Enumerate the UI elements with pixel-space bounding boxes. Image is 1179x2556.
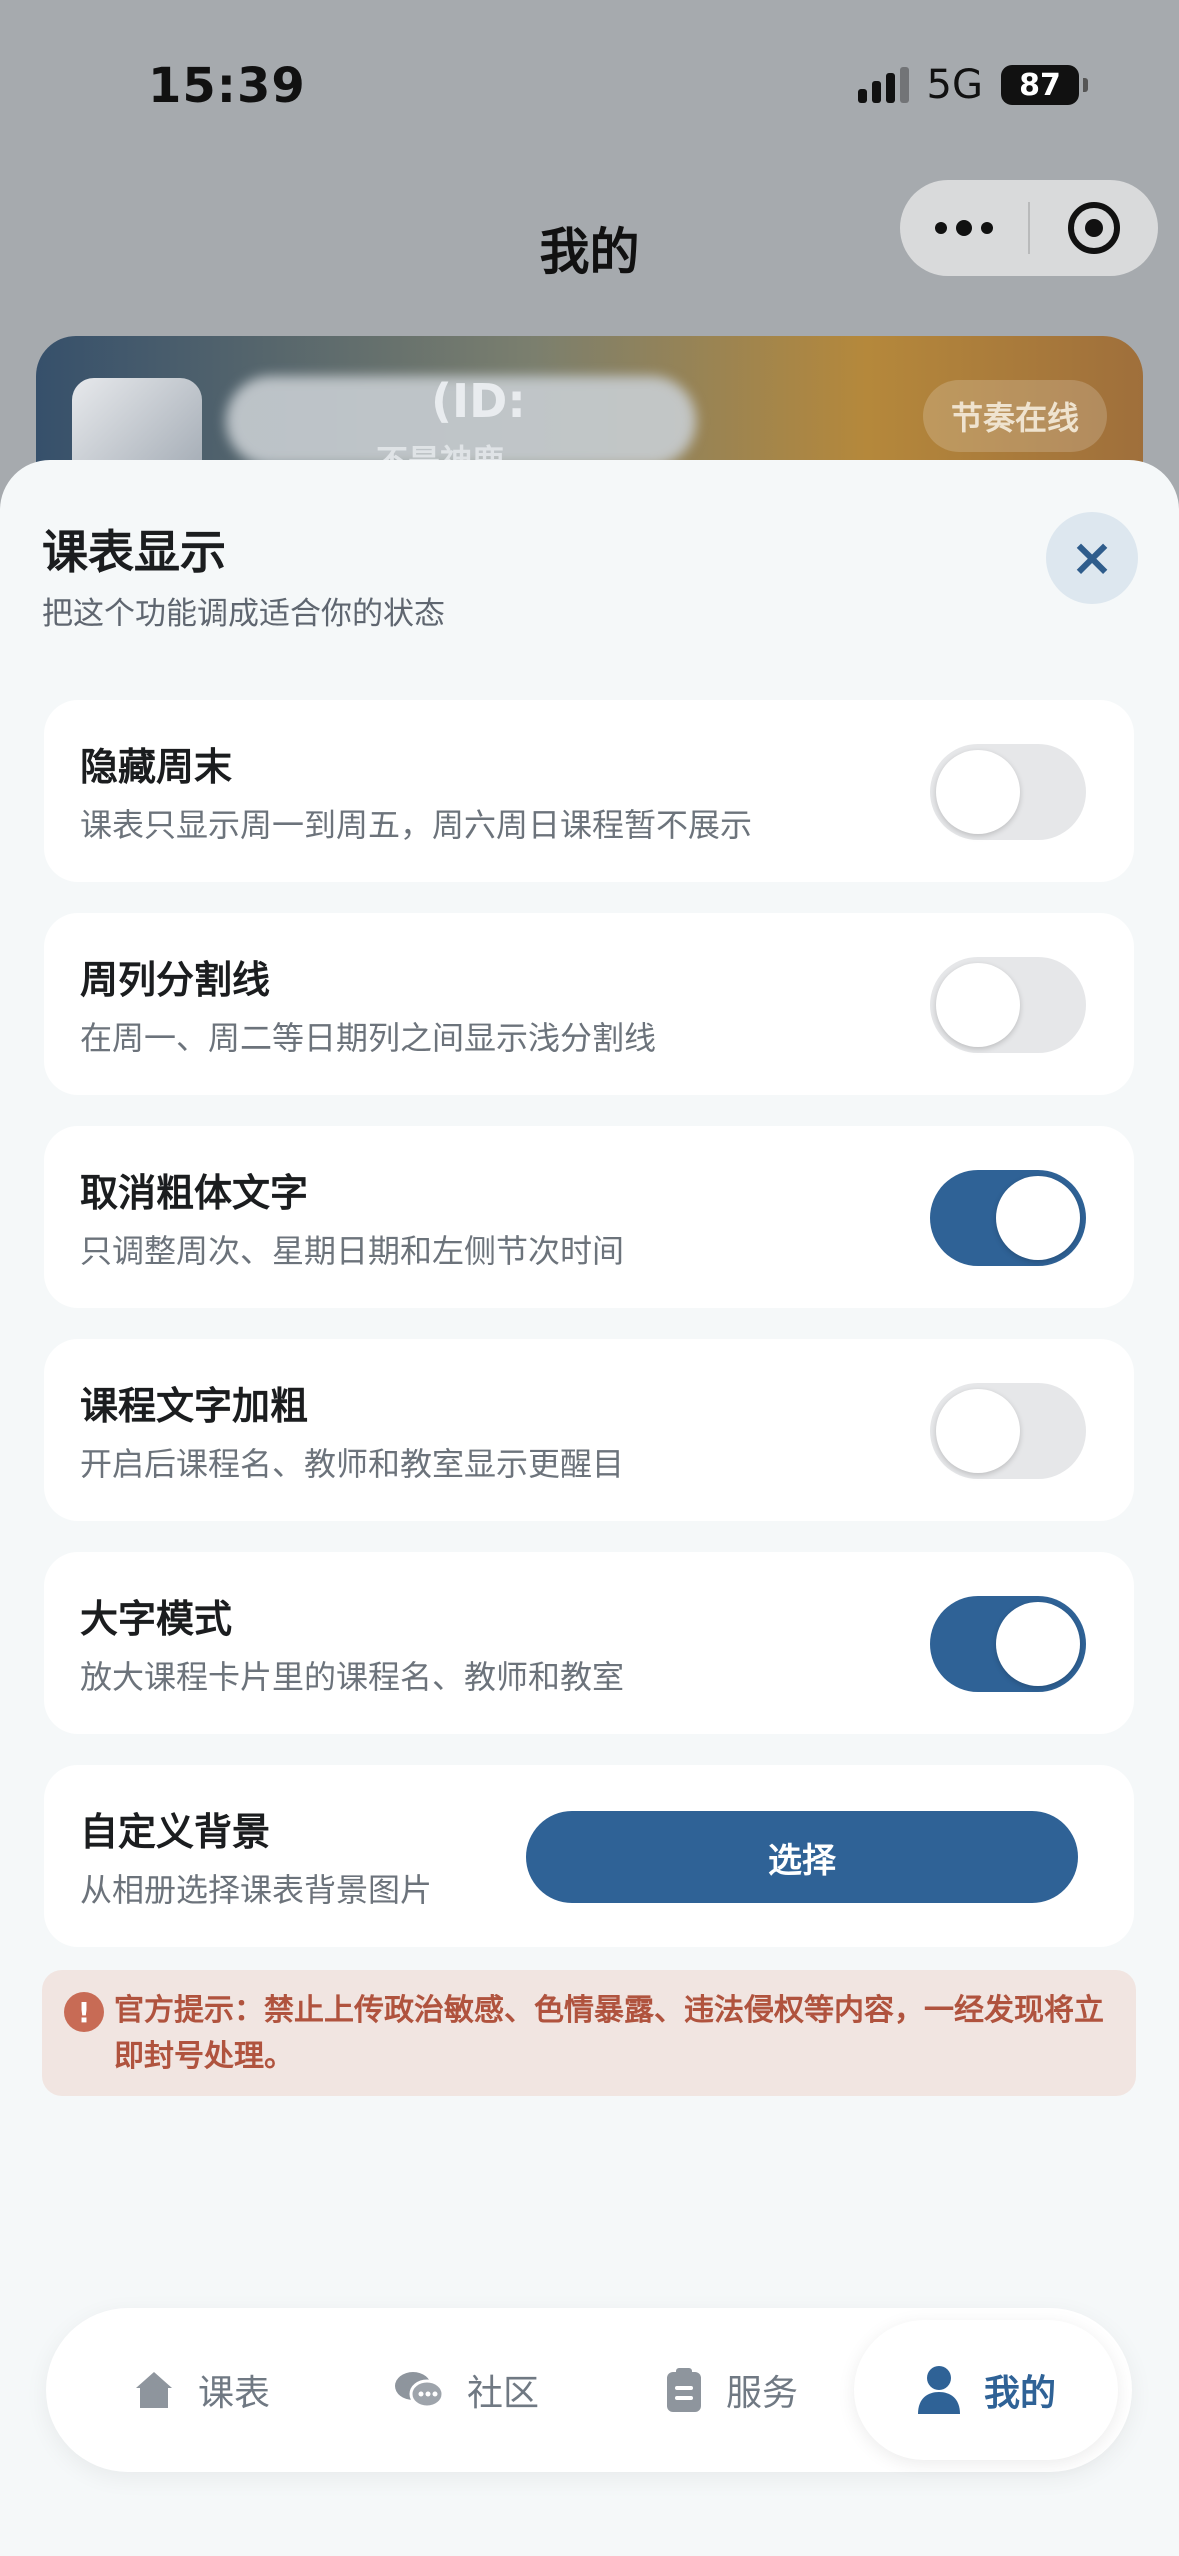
sheet-subtitle: 把这个功能调成适合你的状态: [42, 596, 445, 632]
notice-text: 官方提示：禁止上传政治敏感、色情暴露、违法侵权等内容，一经发现将立即封号处理。: [114, 1993, 1104, 2074]
chat-bubbles-icon: [393, 2368, 445, 2412]
column-divider-toggle[interactable]: [930, 957, 1086, 1053]
option-column-divider: 周列分割线 在周一、周二等日期列之间显示浅分割线: [44, 913, 1134, 1095]
option-desc: 放大课程卡片里的课程名、教师和教室: [80, 1658, 625, 1696]
screen: 15:39 5G 87 我的 (ID: 不是神鹿 节奏在线 课表显示 把这个功能…: [0, 0, 1179, 2556]
mini-program-capsule: [900, 180, 1158, 276]
signal-icon: [857, 67, 909, 103]
option-title: 课程文字加粗: [80, 1384, 309, 1428]
user-id-label: (ID:: [431, 374, 526, 428]
clipboard-icon: [664, 2366, 704, 2414]
option-desc: 只调整周次、星期日期和左侧节次时间: [80, 1232, 625, 1270]
tab-community[interactable]: 社区: [346, 2308, 586, 2472]
option-disable-bold: 取消粗体文字 只调整周次、星期日期和左侧节次时间: [44, 1126, 1134, 1308]
select-background-button[interactable]: 选择: [526, 1811, 1078, 1903]
status-time: 15:39: [148, 58, 306, 114]
target-icon: [1068, 202, 1120, 254]
option-desc: 开启后课程名、教师和教室显示更醒目: [80, 1445, 625, 1483]
tab-label: 服务: [725, 2373, 798, 2414]
option-title: 周列分割线: [80, 958, 271, 1002]
option-title: 大字模式: [80, 1597, 233, 1641]
option-course-bold: 课程文字加粗 开启后课程名、教师和教室显示更醒目: [44, 1339, 1134, 1521]
tab-label: 课表: [197, 2373, 270, 2414]
option-title: 自定义背景: [80, 1810, 271, 1854]
disable-bold-toggle[interactable]: [930, 1170, 1086, 1266]
status-indicators: 5G 87: [857, 62, 1088, 108]
warning-icon: !: [64, 1992, 104, 2032]
settings-sheet: 课表显示 把这个功能调成适合你的状态 × 隐藏周末 课表只显示周一到周五，周六周…: [0, 460, 1179, 2556]
tab-bar: 课表 社区 服务 我的: [46, 2308, 1132, 2472]
status-badge: 节奏在线: [922, 380, 1107, 452]
option-custom-background: 自定义背景 从相册选择课表背景图片 选择: [44, 1765, 1134, 1947]
close-mini-program-button[interactable]: [1030, 180, 1158, 276]
option-desc: 课表只显示周一到周五，周六周日课程暂不展示: [80, 806, 753, 844]
option-hide-weekend: 隐藏周末 课表只显示周一到周五，周六周日课程暂不展示: [44, 700, 1134, 882]
tab-schedule[interactable]: 课表: [86, 2308, 316, 2472]
tab-services[interactable]: 服务: [616, 2308, 846, 2472]
close-icon: ×: [1070, 528, 1114, 588]
sheet-title: 课表显示: [42, 525, 226, 579]
option-desc: 在周一、周二等日期列之间显示浅分割线: [80, 1019, 657, 1057]
option-large-text: 大字模式 放大课程卡片里的课程名、教师和教室: [44, 1552, 1134, 1734]
close-sheet-button[interactable]: ×: [1046, 512, 1138, 604]
more-menu-button[interactable]: [900, 180, 1028, 276]
hide-weekend-toggle[interactable]: [930, 744, 1086, 840]
user-icon: [916, 2364, 962, 2416]
large-text-toggle[interactable]: [930, 1596, 1086, 1692]
official-notice: ! 官方提示：禁止上传政治敏感、色情暴露、违法侵权等内容，一经发现将立即封号处理…: [42, 1970, 1136, 2096]
tab-label: 我的: [983, 2373, 1056, 2414]
battery-level: 87: [1019, 67, 1061, 103]
tab-me[interactable]: 我的: [854, 2320, 1118, 2460]
option-title: 隐藏周末: [80, 745, 233, 789]
home-icon: [132, 2368, 176, 2412]
tab-label: 社区: [466, 2373, 539, 2414]
network-type: 5G: [926, 62, 983, 108]
course-bold-toggle[interactable]: [930, 1383, 1086, 1479]
option-title: 取消粗体文字: [80, 1171, 309, 1215]
option-desc: 从相册选择课表背景图片: [80, 1871, 433, 1909]
battery-icon: 87: [1001, 65, 1088, 105]
